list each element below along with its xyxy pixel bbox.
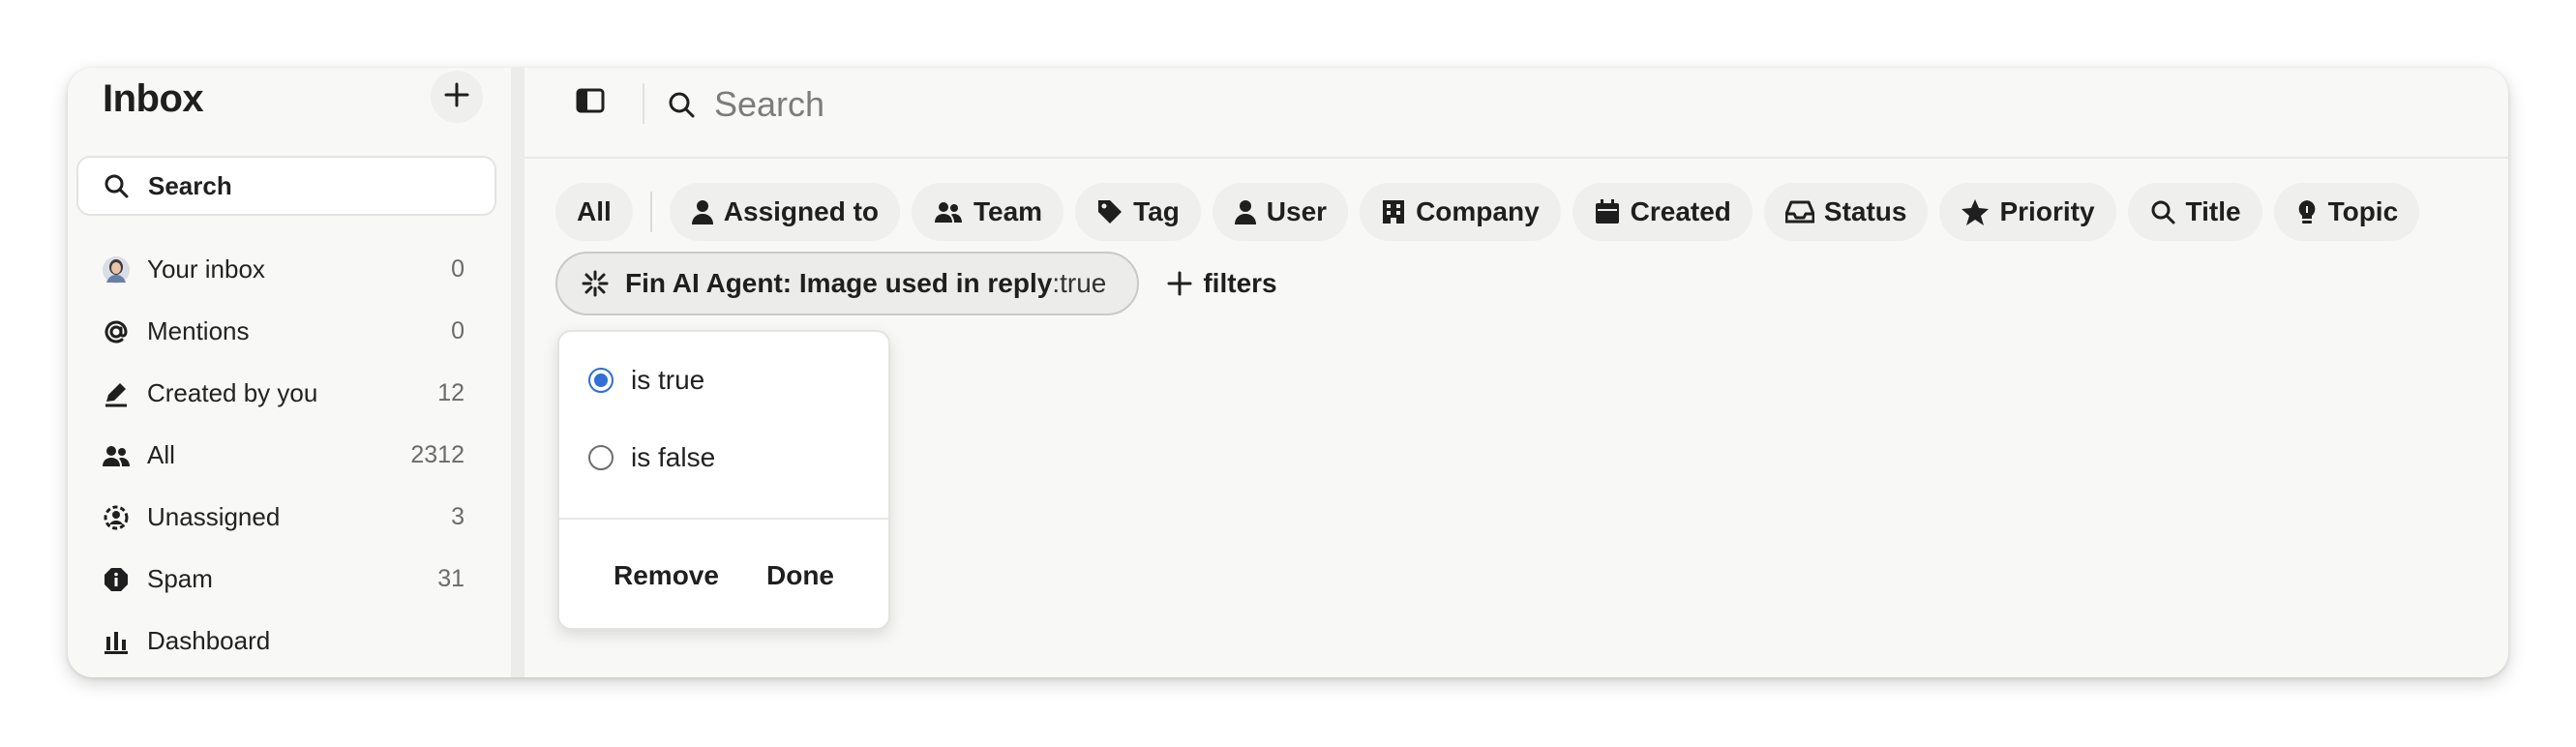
- people-icon: [102, 441, 131, 470]
- sidebar-search-label: Search: [148, 170, 232, 200]
- sidebar-toggle-icon: [576, 88, 605, 118]
- pencil-icon: [102, 379, 131, 408]
- option-is-false[interactable]: is false: [588, 442, 715, 473]
- filter-chips: All Assigned to Team Tag User Company Cr…: [555, 183, 2420, 241]
- sidebar-item-count: 3: [451, 502, 464, 530]
- plus-icon: [1166, 270, 1193, 297]
- search-icon: [104, 173, 129, 198]
- main-panel: All Assigned to Team Tag: [524, 68, 2508, 677]
- popover-divider: [559, 518, 888, 520]
- active-filters-row: Fin AI Agent: Image used in reply: true …: [555, 252, 1277, 315]
- sidebar-item-unassigned[interactable]: Unassigned 3: [68, 486, 511, 548]
- chip-priority[interactable]: Priority: [1939, 183, 2116, 241]
- chip-label: Title: [2185, 196, 2241, 226]
- active-filter-value: true: [1060, 268, 1107, 298]
- fin-ai-icon: [581, 269, 610, 298]
- add-filters-label: filters: [1203, 268, 1277, 298]
- sidebar-resize-handle[interactable]: [511, 68, 524, 677]
- at-icon: [102, 317, 131, 346]
- sidebar-item-label: Your inbox: [147, 254, 265, 284]
- add-filters-button[interactable]: filters: [1166, 268, 1277, 299]
- lightbulb-icon: [2295, 198, 2319, 225]
- sidebar-search-button[interactable]: Search: [76, 156, 496, 216]
- option-label: is true: [631, 365, 705, 395]
- filter-value-popover: is true is false Remove Done: [557, 330, 890, 630]
- person-icon: [691, 198, 714, 225]
- sidebar-item-all[interactable]: All 2312: [68, 424, 511, 486]
- sidebar-item-dashboard[interactable]: Dashboard: [68, 610, 511, 672]
- option-label: is false: [631, 442, 716, 472]
- sidebar: Inbox Search Your inbox 0 Mentions 0 Cre…: [68, 68, 511, 677]
- chip-label: Topic: [2327, 196, 2399, 226]
- chip-label: Assigned to: [723, 196, 880, 226]
- active-filter-fin-image[interactable]: Fin AI Agent: Image used in reply: true: [555, 252, 1140, 315]
- chip-label: Status: [1823, 196, 1907, 226]
- sidebar-item-label: Dashboard: [147, 625, 271, 655]
- building-icon: [1381, 198, 1406, 225]
- chip-label: All: [577, 196, 612, 226]
- sidebar-item-count: 12: [437, 378, 464, 406]
- top-bar: [524, 68, 2508, 159]
- sidebar-item-created-by-you[interactable]: Created by you 12: [68, 362, 511, 424]
- toggle-sidebar-button[interactable]: [571, 83, 610, 122]
- spam-icon: [102, 565, 131, 594]
- chip-divider: [649, 192, 652, 232]
- search-icon: [666, 89, 697, 120]
- sidebar-item-count: 0: [451, 316, 464, 344]
- search-icon: [2149, 198, 2176, 225]
- chip-user[interactable]: User: [1212, 183, 1349, 241]
- bar-chart-icon: [102, 627, 131, 656]
- chip-label: Company: [1416, 196, 1540, 226]
- sidebar-item-spam[interactable]: Spam 31: [68, 548, 511, 610]
- topbar-divider: [643, 83, 644, 124]
- star-icon: [1961, 198, 1990, 225]
- chip-label: User: [1266, 196, 1328, 226]
- unassigned-icon: [102, 503, 131, 532]
- sidebar-item-label: Unassigned: [147, 501, 281, 531]
- active-filter-separator: :: [1052, 268, 1061, 298]
- sidebar-nav: Your inbox 0 Mentions 0 Created by you 1…: [68, 238, 511, 672]
- sidebar-title: Inbox: [103, 77, 204, 120]
- chip-title[interactable]: Title: [2127, 183, 2262, 241]
- chip-status[interactable]: Status: [1763, 183, 1929, 241]
- chip-team[interactable]: Team: [912, 183, 1064, 241]
- calendar-icon: [1594, 198, 1621, 225]
- sidebar-item-count: 0: [451, 254, 464, 283]
- person-icon: [1234, 198, 1257, 225]
- people-icon: [933, 199, 964, 224]
- inbox-window: Inbox Search Your inbox 0 Mentions 0 Cre…: [68, 68, 2508, 677]
- radio-is-true[interactable]: [588, 368, 614, 393]
- sidebar-item-count: 31: [437, 564, 464, 592]
- remove-button[interactable]: Remove: [614, 560, 719, 591]
- radio-is-false[interactable]: [588, 445, 614, 470]
- sidebar-item-your-inbox[interactable]: Your inbox 0: [68, 238, 511, 300]
- option-is-true[interactable]: is true: [588, 365, 704, 396]
- chip-company[interactable]: Company: [1360, 183, 1561, 241]
- search-input[interactable]: [712, 79, 1490, 130]
- chip-label: Team: [973, 196, 1043, 226]
- chip-topic[interactable]: Topic: [2273, 183, 2420, 241]
- chip-all[interactable]: All: [555, 183, 633, 241]
- inbox-tray-icon: [1784, 199, 1814, 224]
- chip-label: Created: [1630, 196, 1731, 226]
- sidebar-item-label: All: [147, 439, 175, 469]
- chip-assigned-to[interactable]: Assigned to: [669, 183, 901, 241]
- plus-icon: [443, 81, 470, 113]
- chip-label: Priority: [1999, 196, 2095, 226]
- sidebar-item-label: Spam: [147, 563, 213, 593]
- chip-created[interactable]: Created: [1572, 183, 1752, 241]
- tag-icon: [1096, 198, 1123, 225]
- chip-tag[interactable]: Tag: [1075, 183, 1201, 241]
- sidebar-item-label: Mentions: [147, 315, 250, 345]
- new-conversation-button[interactable]: [431, 71, 483, 123]
- active-filter-name: Fin AI Agent: Image used in reply: [625, 268, 1053, 298]
- sidebar-item-label: Created by you: [147, 377, 318, 407]
- sidebar-item-count: 2312: [410, 440, 464, 468]
- avatar: [102, 255, 131, 284]
- chip-label: Tag: [1133, 196, 1180, 226]
- done-button[interactable]: Done: [766, 560, 834, 591]
- sidebar-item-mentions[interactable]: Mentions 0: [68, 300, 511, 362]
